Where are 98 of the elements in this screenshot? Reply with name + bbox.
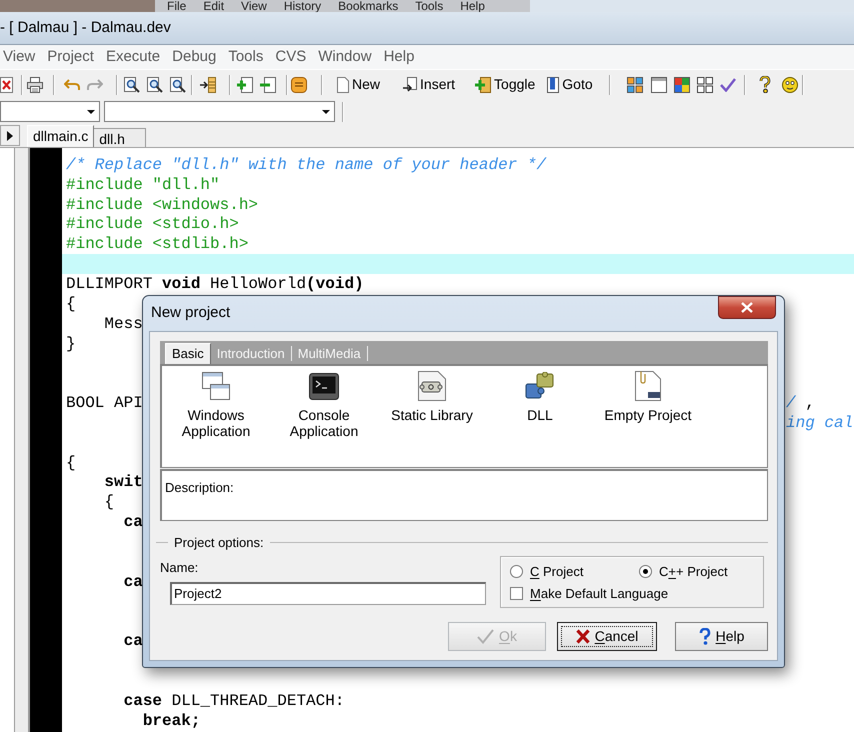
dropdown-field[interactable]: [104, 101, 335, 122]
template-item[interactable]: Console Application: [270, 371, 378, 439]
page-arrow-icon: [403, 76, 418, 92]
file-minus-icon[interactable]: [260, 76, 276, 92]
code-line: {: [104, 493, 114, 512]
menu-item[interactable]: Tools: [415, 0, 444, 12]
windows-stack-icon: [202, 372, 230, 400]
tab-scroll-button[interactable]: [0, 125, 20, 146]
menu-item[interactable]: CVS: [275, 46, 306, 68]
toolbar-button[interactable]: New: [333, 72, 384, 96]
code-line: BOOL API: [66, 394, 143, 412]
code-line: Mess: [104, 314, 143, 333]
printer-icon[interactable]: [27, 76, 43, 92]
code-line: swit: [104, 473, 143, 492]
field-label: Name:: [160, 560, 198, 575]
puzzle-page-icon: [418, 371, 446, 401]
description-label: Description:: [165, 480, 234, 495]
file-tab[interactable]: dllmain.c: [27, 125, 94, 147]
menu-item[interactable]: History: [284, 0, 322, 12]
code-line: case DLL_THREAD_DETACH:: [124, 692, 344, 710]
tiles-icon[interactable]: [626, 76, 643, 92]
code-line: #include <stdio.h>: [66, 215, 239, 234]
question-mark-icon: [698, 628, 711, 645]
code-line: ca: [124, 572, 143, 591]
code-line: #include <stdlib.h>: [66, 235, 248, 254]
terminal-icon: [309, 372, 339, 400]
search-icon[interactable]: [147, 76, 163, 92]
search-icon[interactable]: [124, 76, 140, 92]
help-icon[interactable]: [758, 76, 771, 93]
name-field[interactable]: Project2: [170, 582, 486, 605]
caret-down-icon: [86, 110, 94, 114]
template-item[interactable]: Static Library: [378, 371, 486, 423]
file-tab[interactable]: dll.h: [94, 128, 146, 147]
cancel-button[interactable]: Cancel: [557, 622, 657, 651]
tab[interactable]: Basic: [165, 343, 211, 364]
radio-button[interactable]: [510, 564, 523, 578]
menu-item[interactable]: Execute: [106, 46, 160, 68]
cross-icon: [576, 629, 590, 644]
toolbar-button[interactable]: Insert: [399, 72, 460, 96]
menu-item[interactable]: View: [3, 46, 36, 68]
window-icon[interactable]: [650, 76, 667, 92]
menu-item[interactable]: Tools: [228, 46, 264, 68]
page-icon: [337, 76, 349, 92]
close-icon: [741, 302, 753, 313]
code-line: }: [66, 334, 76, 353]
code-line: DLLIMPORT void HelloWorld(void): [66, 274, 364, 293]
code-line: / ,: [786, 394, 816, 412]
arrow-bar-icon[interactable]: [200, 76, 216, 92]
help-button[interactable]: Help: [675, 622, 768, 651]
code-line: break;: [142, 712, 200, 730]
toolbar-button[interactable]: Goto: [543, 72, 597, 96]
menu-item[interactable]: Project: [47, 46, 94, 68]
caret-down-icon: [322, 110, 330, 114]
window-title: - [ Dalmau ] - Dalmau.dev: [0, 18, 171, 38]
menu-item[interactable]: Window: [318, 46, 372, 68]
grid-icon[interactable]: [696, 76, 713, 92]
search-icon[interactable]: [170, 76, 186, 92]
file-plus-icon[interactable]: [237, 76, 253, 92]
check-icon: [477, 629, 494, 644]
dropdown-field[interactable]: [0, 101, 100, 122]
menu-item[interactable]: Debug: [172, 46, 216, 68]
puzzle-icon: [525, 372, 555, 400]
menu-item[interactable]: Bookmarks: [338, 0, 398, 12]
menu-item[interactable]: Edit: [203, 0, 224, 12]
palette-icon[interactable]: [674, 76, 690, 92]
menu-item[interactable]: Help: [460, 0, 485, 12]
bookmark-icon: [547, 76, 560, 92]
code-line: /* Replace "dll.h" with the name of your header */: [66, 156, 546, 174]
equals-icon[interactable]: [291, 76, 307, 92]
check-icon[interactable]: [720, 78, 736, 92]
page-clip-icon: [635, 371, 661, 401]
code-line: ca: [124, 632, 143, 650]
radio-button[interactable]: [639, 564, 652, 578]
checkbox[interactable]: [510, 586, 523, 600]
undo-icon[interactable]: [64, 78, 80, 90]
code-line: {: [66, 294, 76, 313]
dialog-title: New project: [150, 303, 230, 324]
file-x-icon[interactable]: [0, 76, 13, 92]
triangle-right-icon: [7, 130, 13, 140]
template-item[interactable]: Empty Project: [594, 371, 702, 423]
card-plus-icon: [475, 76, 492, 92]
code-line: ing cal: [786, 414, 854, 432]
menu-item[interactable]: Help: [384, 46, 414, 68]
option-label[interactable]: Make Default Language: [530, 586, 668, 600]
menu-item[interactable]: View: [241, 0, 267, 12]
option-label[interactable]: C Project: [530, 564, 584, 578]
code-line: #include <windows.h>: [66, 196, 258, 214]
template-item[interactable]: DLL: [486, 371, 594, 423]
group-label: Project options:: [174, 534, 264, 550]
toolbar-button[interactable]: Toggle: [471, 72, 540, 96]
menu-item[interactable]: File: [167, 0, 186, 12]
smiley-icon[interactable]: [782, 76, 798, 92]
close-button[interactable]: [718, 296, 776, 319]
code-line: ca: [124, 513, 143, 532]
template-item[interactable]: Windows Application: [162, 371, 270, 439]
code-line: {: [66, 454, 76, 472]
code-line: #include "dll.h": [66, 176, 220, 194]
option-label[interactable]: C++ Project: [659, 564, 728, 578]
